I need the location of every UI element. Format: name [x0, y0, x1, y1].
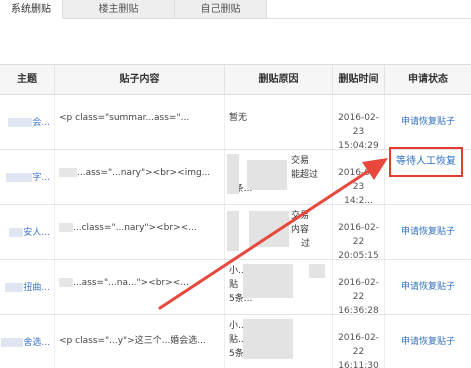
annotation-arrow-icon: [158, 158, 388, 310]
